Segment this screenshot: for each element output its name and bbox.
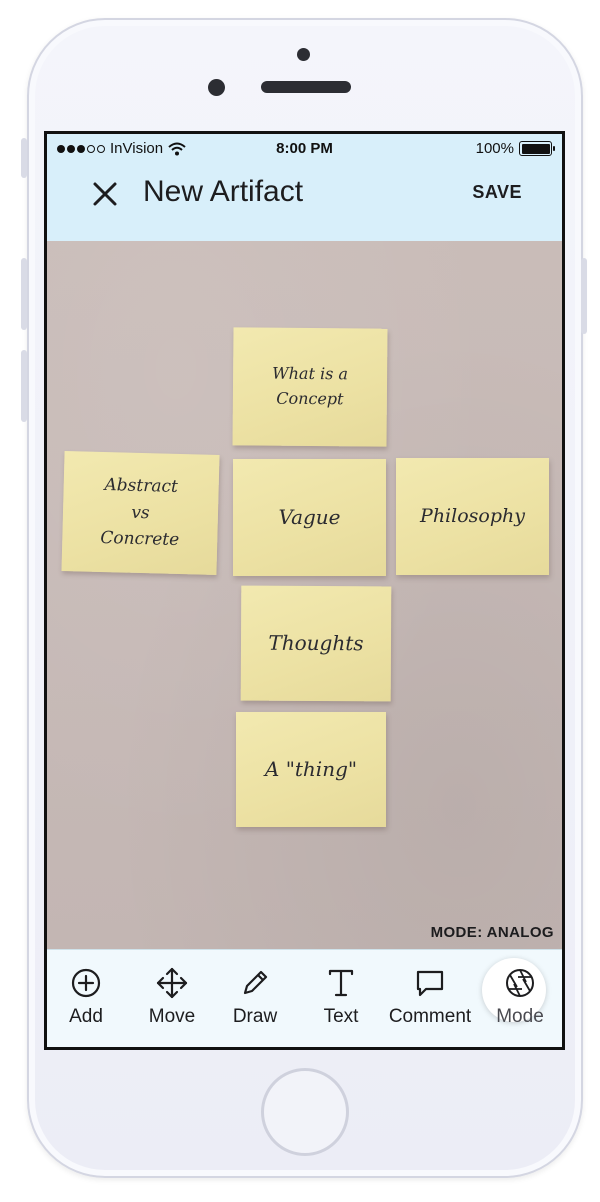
move-button[interactable]: Move xyxy=(139,950,205,1047)
bottom-toolbar: Add Move Draw Text Comment Mode xyxy=(47,949,562,1047)
aperture-icon xyxy=(506,969,534,997)
nav-bar: New Artifact SAVE xyxy=(47,162,562,241)
sticky-note-text: Vague xyxy=(278,505,341,529)
sticky-note[interactable]: Vague xyxy=(233,459,386,576)
mute-switch xyxy=(21,138,27,178)
pencil-icon xyxy=(243,970,268,995)
sticky-note-text: Philosophy xyxy=(420,504,525,527)
close-icon xyxy=(93,182,117,206)
proximity-sensor xyxy=(208,79,225,96)
mode-indicator: MODE: ANALOG xyxy=(430,924,554,941)
front-camera xyxy=(297,48,310,61)
sticky-note[interactable]: Philosophy xyxy=(396,458,549,575)
battery-icon xyxy=(519,141,555,156)
sticky-note[interactable]: Abstract vs Concrete xyxy=(61,450,220,576)
text-t-icon xyxy=(328,969,354,997)
sticky-note[interactable]: Thoughts xyxy=(240,585,392,702)
tool-label: Text xyxy=(323,1006,359,1027)
plus-circle-icon xyxy=(71,968,101,998)
move-arrows-icon xyxy=(156,967,188,999)
artifact-canvas[interactable]: What is a Concept Abstract vs Concrete V… xyxy=(47,241,562,949)
comment-button[interactable]: Comment xyxy=(382,950,478,1047)
app-header: InVision 8:00 PM 100% New Artifact SAVE xyxy=(47,134,562,241)
sticky-note[interactable]: A "thing" xyxy=(236,712,386,827)
sticky-note-text: Abstract vs Concrete xyxy=(100,475,180,551)
page-title: New Artifact xyxy=(143,175,304,208)
text-button[interactable]: Text xyxy=(317,950,365,1047)
sticky-note-text: What is a Concept xyxy=(272,363,349,409)
battery-percent: 100% xyxy=(475,140,514,157)
volume-down-button xyxy=(21,350,27,422)
earpiece-speaker xyxy=(261,81,351,93)
sticky-note-text: Thoughts xyxy=(268,630,364,656)
tool-label: Comment xyxy=(388,1006,472,1027)
close-button[interactable] xyxy=(87,176,123,212)
app-screen: InVision 8:00 PM 100% New Artifact SAVE … xyxy=(44,131,565,1050)
tool-label: Draw xyxy=(232,1006,278,1027)
draw-button[interactable]: Draw xyxy=(227,950,283,1047)
home-button[interactable] xyxy=(261,1068,349,1156)
status-bar: InVision 8:00 PM 100% xyxy=(47,134,562,162)
sticky-note[interactable]: What is a Concept xyxy=(232,327,388,447)
speech-bubble-icon xyxy=(416,970,444,997)
tool-label: Mode xyxy=(496,1006,544,1027)
tool-label: Move xyxy=(148,1006,196,1027)
power-button xyxy=(581,258,587,334)
add-button[interactable]: Add xyxy=(60,950,112,1047)
volume-up-button xyxy=(21,258,27,330)
tool-label: Add xyxy=(69,1006,103,1027)
sticky-note-text: A "thing" xyxy=(264,757,358,781)
save-button[interactable]: SAVE xyxy=(472,182,522,203)
mode-button[interactable]: Mode xyxy=(487,950,553,1047)
